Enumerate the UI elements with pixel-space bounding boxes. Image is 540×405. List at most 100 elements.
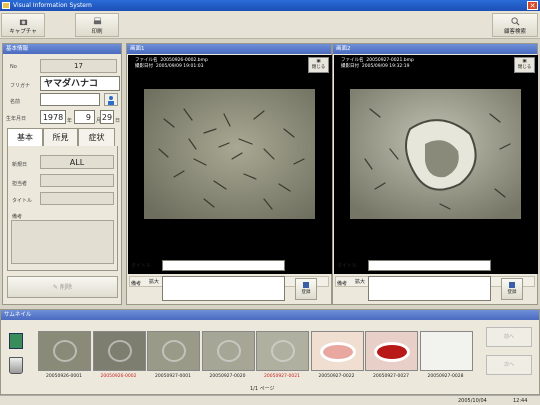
reg-value: ALL (40, 155, 114, 169)
print-label: 印刷 (91, 29, 103, 35)
viewer-2-date: 2005/09/09 19:32:19 (361, 64, 410, 69)
file-label: ファイル名 (341, 58, 364, 63)
viewer-2-image-area[interactable] (334, 75, 538, 274)
birth-month[interactable]: 9 (74, 110, 95, 124)
customer-search-button[interactable]: 顧客検索 (492, 13, 538, 37)
search-icon (510, 17, 519, 26)
kana-label: フリガナ (10, 83, 31, 89)
viewer-1-header: 画面1 (127, 44, 331, 54)
thumbnail-header: サムネイル (1, 310, 539, 320)
toolbar: キャプチャ 印刷 顧客検索 (0, 11, 540, 39)
title-bar: Visual Information System (0, 0, 540, 11)
viewer-1-save-label: 登録 (301, 290, 311, 295)
delete-label: 削除 (59, 284, 72, 291)
thumbnail-caption: 20050927-0027 (373, 374, 409, 379)
next-page-button[interactable]: 次へ (486, 355, 532, 375)
viewer-2-save-button[interactable]: 登録 (501, 278, 523, 300)
birth-year[interactable]: 1978 (40, 110, 66, 124)
staff-value (40, 174, 114, 187)
search-label: 顧客検索 (503, 29, 526, 35)
page-indicator: 1/1 ページ (250, 386, 275, 392)
birth-label: 生年月日 (6, 116, 27, 122)
status-date: 2005/10/04 (458, 398, 487, 404)
viewer-1-save-button[interactable]: 登録 (295, 278, 317, 300)
prev-page-button[interactable]: 前へ (486, 327, 532, 347)
thumbnail-image[interactable] (38, 331, 91, 371)
birth-day[interactable]: 29 (100, 110, 114, 124)
trash-icon[interactable] (9, 357, 23, 374)
viewer-1-filename: 20050926-0002.bmp (160, 58, 208, 63)
kana-field[interactable]: ヤマダハナコ (40, 76, 120, 91)
capture-button[interactable]: キャプチャ (1, 13, 45, 37)
tab-basic[interactable]: 基本 (7, 128, 43, 147)
status-time: 12:44 (513, 398, 528, 404)
notes-value (11, 220, 114, 264)
viewer-2: 画面2 ファイル名 20050927-0021.bmp 撮影日付 2005/09… (332, 43, 538, 305)
export-icon[interactable] (9, 333, 23, 349)
delete-button[interactable]: ✎ 削除 (7, 276, 118, 298)
delete-icon: ✎ (53, 284, 60, 291)
specimen-graphic (216, 340, 241, 362)
name-field[interactable] (40, 93, 100, 106)
viewer-1-micrograph (144, 89, 315, 219)
no-label: No (10, 64, 17, 70)
close-window-button[interactable]: ✕ (527, 1, 538, 10)
thumbnail-caption: 20050927-0021 (264, 374, 300, 379)
thumbnail-image[interactable] (310, 331, 364, 371)
floppy-icon (509, 282, 515, 288)
date-label: 撮影日付 (135, 64, 153, 69)
day-unit: 日 (115, 118, 121, 124)
thumbnail-image[interactable] (365, 331, 418, 371)
specimen-graphic (271, 340, 295, 362)
printer-icon (93, 17, 101, 25)
patient-panel-header: 基本情報 (3, 44, 121, 54)
thumbnail-caption: 20050927-0020 (209, 374, 246, 379)
tab-symptoms[interactable]: 症状 (78, 128, 115, 147)
patient-no: 17 (40, 59, 117, 73)
viewer-2-filename: 20050927-0021.bmp (366, 58, 414, 63)
floppy-icon (303, 282, 309, 288)
camera-icon (19, 19, 27, 26)
specimen-graphic (53, 340, 77, 362)
specimen-graphic (107, 340, 132, 362)
reg-label: 新規日 (12, 162, 28, 168)
thumbnail-caption: 20050927-0022 (318, 374, 355, 379)
viewer-2-micrograph (350, 89, 521, 219)
viewer-1-info: ファイル名 20050926-0002.bmp 撮影日付 2005/09/09 … (128, 55, 332, 75)
viewer-2-title-field[interactable] (368, 260, 491, 271)
thumbnail-image[interactable] (256, 331, 309, 371)
viewer-1-title-field[interactable] (162, 260, 285, 271)
viewer-1-close-button[interactable]: ▣ 閉じる (308, 57, 329, 73)
close-icon: ▣ (316, 59, 321, 64)
viewer-2-notes-field[interactable] (368, 276, 491, 301)
viewer-1-image-area[interactable] (128, 75, 332, 274)
viewer-2-title-label: タイトル (337, 263, 358, 269)
tab-findings[interactable]: 所見 (43, 128, 78, 147)
viewer-1-title-label: タイトル (131, 263, 152, 269)
viewer-1-notes-field[interactable] (162, 276, 285, 301)
thumbnail-caption: 20050927-0001 (155, 374, 191, 379)
thumbnail-image[interactable] (419, 331, 473, 371)
status-bar: 2005/10/04 12:44 (0, 395, 540, 405)
specimen-graphic (162, 340, 186, 362)
thumbnail-caption: 20050927-0028 (427, 374, 464, 379)
viewer-2-close-button[interactable]: ▣ 閉じる (514, 57, 535, 73)
viewer-2-header: 画面2 (333, 44, 537, 54)
person-icon (108, 96, 114, 105)
close-icon: ▣ (522, 59, 527, 64)
year-unit: 年 (67, 118, 73, 124)
staff-label: 担当者 (12, 181, 28, 187)
title-value (40, 192, 114, 205)
person-button[interactable] (104, 93, 118, 106)
viewer-1-notes-label: 備考 (131, 281, 142, 287)
file-label: ファイル名 (135, 58, 158, 63)
title-label: タイトル (12, 198, 33, 204)
thumbnail-image[interactable] (147, 331, 200, 371)
print-button[interactable]: 印刷 (75, 13, 119, 37)
thumbnail-image[interactable] (201, 331, 255, 371)
thumbnail-image[interactable] (92, 331, 146, 371)
viewer-2-save-label: 登録 (507, 290, 517, 295)
notes-label: 備考 (12, 214, 23, 220)
viewer-1-date: 2005/09/09 19:01:03 (155, 64, 204, 69)
viewer-1: 画面1 ファイル名 20050926-0002.bmp 撮影日付 2005/09… (126, 43, 332, 305)
